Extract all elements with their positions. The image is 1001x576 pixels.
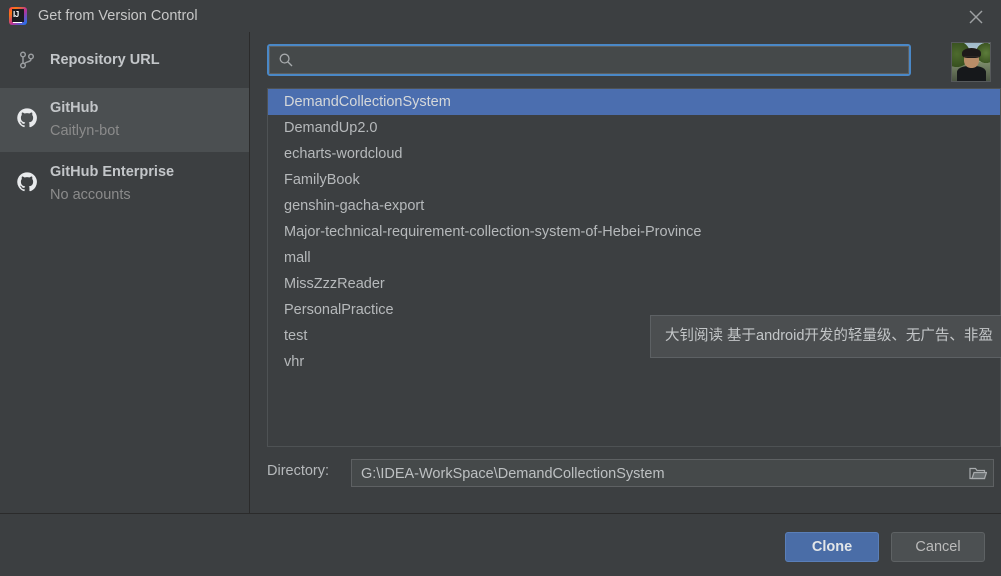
clone-button[interactable]: Clone (785, 532, 879, 562)
github-icon (16, 107, 38, 129)
list-item[interactable]: FamilyBook (268, 167, 1000, 193)
window-title: Get from Version Control (38, 8, 198, 24)
repository-description-tooltip: 大钊阅读 基于android开发的轻量级、无广告、非盈 (650, 315, 1001, 358)
sidebar: Repository URL GitHub Caitlyn-bot GitHub… (0, 32, 250, 513)
main-panel: DemandCollectionSystem DemandUp2.0 echar… (251, 32, 1001, 513)
search-field-wrapper[interactable] (267, 44, 911, 76)
close-icon[interactable] (961, 2, 991, 30)
intellij-idea-logo-icon: IJ (9, 7, 27, 25)
search-input[interactable] (300, 47, 904, 75)
directory-row: Directory: (259, 459, 1001, 488)
github-icon (16, 171, 38, 193)
repository-list[interactable]: DemandCollectionSystem DemandUp2.0 echar… (267, 88, 1001, 447)
list-item[interactable]: mall (268, 245, 1000, 271)
directory-label: Directory: (267, 463, 330, 479)
list-item[interactable]: Major-technical-requirement-collection-s… (268, 219, 1000, 245)
search-icon (278, 52, 294, 68)
avatar (951, 42, 991, 82)
sidebar-item-label: GitHub (50, 100, 99, 116)
bottom-bar: Clone Cancel (0, 514, 1001, 576)
list-item[interactable]: genshin-gacha-export (268, 193, 1000, 219)
cancel-button[interactable]: Cancel (891, 532, 985, 562)
get-from-version-control-dialog: IJ Get from Version Control Repository U… (0, 0, 1001, 576)
sidebar-item-github-enterprise[interactable]: GitHub Enterprise No accounts (0, 152, 249, 216)
sidebar-item-repository-url[interactable]: Repository URL (0, 32, 249, 88)
sidebar-item-subtitle: No accounts (50, 187, 131, 203)
title-bar: IJ Get from Version Control (0, 0, 1001, 32)
sidebar-item-subtitle: Caitlyn-bot (50, 123, 120, 139)
list-item[interactable]: DemandCollectionSystem (268, 89, 1000, 115)
list-item[interactable]: echarts-wordcloud (268, 141, 1000, 167)
directory-field[interactable] (351, 459, 994, 488)
folder-icon[interactable] (963, 460, 993, 486)
list-item[interactable]: MissZzzReader (268, 271, 1000, 297)
sidebar-item-github[interactable]: GitHub Caitlyn-bot (0, 88, 249, 152)
git-branch-icon (16, 49, 38, 71)
directory-input[interactable] (359, 460, 943, 488)
list-item[interactable]: DemandUp2.0 (268, 115, 1000, 141)
sidebar-item-label: GitHub Enterprise (50, 164, 175, 180)
sidebar-item-label: Repository URL (50, 52, 160, 68)
